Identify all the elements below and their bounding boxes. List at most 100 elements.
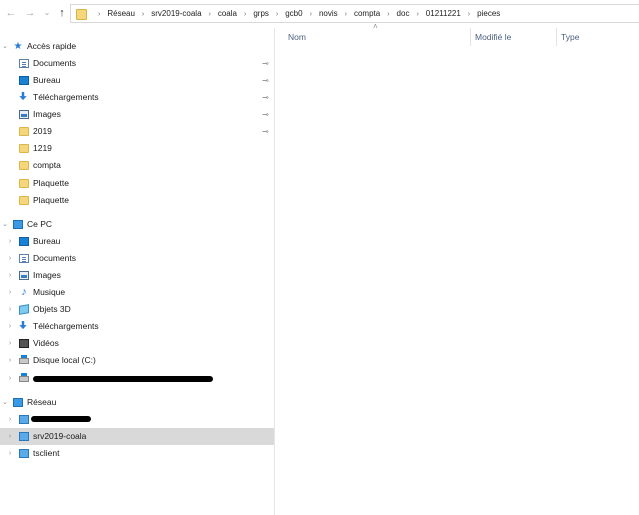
sort-ascending-icon: ˄ <box>373 22 378 31</box>
nav-item-bureau[interactable]: Bureau ⊸ <box>0 72 274 89</box>
download-icon <box>19 92 27 101</box>
nav-this-pc[interactable]: ⌄ Ce PC <box>0 216 274 233</box>
chevron-right-icon[interactable]: › <box>5 428 15 445</box>
chevron-down-icon[interactable]: ⌄ <box>0 216 10 233</box>
nav-item-label: 1219 <box>33 143 52 153</box>
nav-item-documents[interactable]: › Documents <box>0 250 274 267</box>
breadcrumb-separator[interactable]: › <box>209 11 211 18</box>
breadcrumb-item[interactable]: Réseau <box>107 9 135 18</box>
breadcrumb-item[interactable]: novis <box>319 9 338 18</box>
nav-item-label: Disque local (C:) <box>33 355 96 365</box>
forward-button[interactable]: → <box>23 6 37 20</box>
breadcrumb-item[interactable]: compta <box>354 9 380 18</box>
nav-item-2019[interactable]: 2019 ⊸ <box>0 123 274 140</box>
nav-item-bureau[interactable]: › Bureau <box>0 233 274 250</box>
nav-item-label: Plaquette <box>33 195 69 205</box>
nav-item-music[interactable]: › ♪ Musique <box>0 284 274 301</box>
breadcrumb-item[interactable]: pieces <box>477 9 500 18</box>
column-header-name[interactable]: Nom <box>288 28 306 46</box>
nav-item-tsclient[interactable]: › tsclient <box>0 445 274 462</box>
chevron-right-icon[interactable]: › <box>5 445 15 462</box>
recent-locations-button[interactable]: ⌄ <box>40 6 54 20</box>
column-header-type[interactable]: Type <box>561 28 579 46</box>
file-list[interactable] <box>275 46 639 515</box>
folder-icon <box>19 179 29 188</box>
address-bar[interactable]: › Réseau › srv2019-coala › coala › grps › gcb0 › no… <box>70 4 639 23</box>
breadcrumb-separator[interactable]: › <box>310 11 312 18</box>
chevron-right-icon[interactable]: › <box>5 267 15 284</box>
nav-item-local-disk[interactable]: › Disque local (C:) <box>0 352 274 369</box>
chevron-right-icon[interactable]: › <box>5 370 15 387</box>
chevron-right-icon[interactable]: › <box>5 335 15 352</box>
download-icon <box>19 321 27 330</box>
breadcrumb-item[interactable]: doc <box>397 9 410 18</box>
breadcrumb-item[interactable]: coala <box>218 9 237 18</box>
computer-icon <box>19 449 29 458</box>
nav-item-1219[interactable]: 1219 <box>0 140 274 157</box>
nav-item-images[interactable]: Images ⊸ <box>0 106 274 123</box>
folder-icon <box>19 196 29 205</box>
nav-item-label: Plaquette <box>33 178 69 188</box>
chevron-right-icon[interactable]: › <box>5 352 15 369</box>
nav-item-label: Téléchargements <box>33 321 99 331</box>
nav-network[interactable]: ⌄ Réseau <box>0 394 274 411</box>
breadcrumb-separator[interactable]: › <box>276 11 278 18</box>
nav-item-documents[interactable]: Documents ⊸ <box>0 55 274 72</box>
breadcrumb-item[interactable]: gcb0 <box>285 9 302 18</box>
nav-item-3d-objects[interactable]: › Objets 3D <box>0 301 274 318</box>
nav-item-videos[interactable]: › Vidéos <box>0 335 274 352</box>
nav-header-label: Accès rapide <box>27 41 77 51</box>
nav-item-downloads[interactable]: Téléchargements ⊸ <box>0 89 274 106</box>
chevron-right-icon[interactable]: › <box>5 301 15 318</box>
nav-item-label: Images <box>33 109 61 119</box>
nav-quick-access[interactable]: ⌄ ★ Accès rapide <box>0 38 274 55</box>
breadcrumb-separator[interactable]: › <box>244 11 246 18</box>
column-divider[interactable] <box>556 28 557 46</box>
nav-item-label: tsclient <box>33 448 60 458</box>
breadcrumb-separator[interactable]: › <box>468 11 470 18</box>
nav-item-label: srv2019-coala <box>33 431 87 441</box>
up-button[interactable]: ↑ <box>55 6 69 20</box>
nav-item-label: Images <box>33 270 61 280</box>
nav-item-label: Bureau <box>33 75 61 85</box>
computer-icon <box>13 220 23 229</box>
column-header-modified[interactable]: Modifié le <box>475 28 511 46</box>
chevron-right-icon[interactable]: › <box>5 233 15 250</box>
chevron-right-icon[interactable]: › <box>5 284 15 301</box>
column-divider[interactable] <box>470 28 471 46</box>
computer-icon <box>19 415 29 424</box>
nav-item-plaquette[interactable]: Plaquette <box>0 192 274 209</box>
nav-item-downloads[interactable]: › Téléchargements <box>0 318 274 335</box>
pin-icon: ⊸ <box>262 93 269 102</box>
desktop-icon <box>19 76 29 85</box>
redacted-label <box>31 416 91 422</box>
redacted-label <box>33 376 213 382</box>
breadcrumb-separator[interactable]: › <box>416 11 418 18</box>
breadcrumb-item[interactable]: grps <box>253 9 269 18</box>
chevron-down-icon[interactable]: ⌄ <box>0 38 10 55</box>
back-button[interactable]: ← <box>4 6 18 20</box>
chevron-right-icon[interactable]: › <box>5 250 15 267</box>
music-icon: ♪ <box>21 286 27 298</box>
computer-icon <box>19 432 29 441</box>
nav-item-srv2019-coala[interactable]: › srv2019-coala <box>0 428 274 445</box>
chevron-right-icon[interactable]: › <box>5 411 15 428</box>
breadcrumb-item[interactable]: 01211221 <box>426 9 461 18</box>
folder-icon <box>19 144 29 153</box>
breadcrumb-item[interactable]: srv2019-coala <box>151 9 201 18</box>
nav-item-plaquette[interactable]: Plaquette <box>0 175 274 192</box>
chevron-down-icon[interactable]: ⌄ <box>0 394 10 411</box>
breadcrumb: › Réseau › srv2019-coala › coala › grps › gcb0 › no… <box>91 5 500 22</box>
breadcrumb-separator[interactable]: › <box>345 11 347 18</box>
nav-item-network-drive[interactable]: › <box>0 370 274 387</box>
images-icon <box>19 271 29 280</box>
nav-item-images[interactable]: › Images <box>0 267 274 284</box>
breadcrumb-separator[interactable]: › <box>387 11 389 18</box>
documents-icon <box>19 254 29 263</box>
breadcrumb-separator[interactable]: › <box>142 11 144 18</box>
nav-item-label: Musique <box>33 287 66 297</box>
chevron-right-icon[interactable]: › <box>5 318 15 335</box>
objects-3d-icon <box>19 304 29 315</box>
nav-item-compta[interactable]: compta <box>0 157 274 174</box>
nav-item-network-computer[interactable]: › <box>0 411 274 428</box>
